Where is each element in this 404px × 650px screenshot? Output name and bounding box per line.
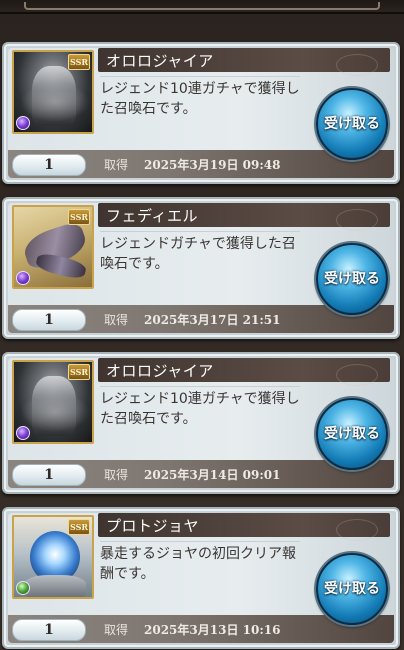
ornament-icon	[336, 54, 378, 76]
rarity-badge: SSR	[68, 364, 90, 380]
gift-card: SSR オロロジャイア レジェンド10連ガチャで獲得した召喚石です。 1 取得 …	[2, 352, 400, 494]
top-frame	[0, 0, 404, 14]
gift-card: SSR オロロジャイア レジェンド10連ガチャで獲得した召喚石です。 1 取得 …	[2, 42, 400, 184]
item-name: オロロジャイア	[106, 362, 214, 380]
acquired-date: 2025年3月14日 09:01	[144, 468, 281, 482]
quantity-pill: 1	[12, 619, 86, 641]
title-bar: オロロジャイア	[98, 358, 390, 386]
gift-card: SSR フェディエル レジェンドガチャで獲得した召喚石です。 1 取得 2025…	[2, 197, 400, 339]
receive-button[interactable]: 受け取る	[316, 553, 388, 625]
acquired-date: 2025年3月19日 09:48	[144, 158, 281, 172]
quantity-pill: 1	[12, 154, 86, 176]
ornament-icon	[336, 519, 378, 541]
acquired-label: 取得	[104, 468, 129, 482]
item-description: 暴走するジョヤの初回クリア報酬です。	[100, 541, 300, 594]
acquired-label: 取得	[104, 313, 129, 327]
summon-thumbnail[interactable]: SSR	[12, 360, 94, 444]
dark-element-icon	[16, 116, 30, 130]
acquired-date: 2025年3月13日 10:16	[144, 623, 281, 637]
quantity-pill: 1	[12, 464, 86, 486]
rarity-badge: SSR	[68, 54, 90, 70]
receive-button[interactable]: 受け取る	[316, 243, 388, 315]
acquired-label: 取得	[104, 158, 129, 172]
dark-element-icon	[16, 271, 30, 285]
quantity-pill: 1	[12, 309, 86, 331]
wind-element-icon	[16, 581, 30, 595]
item-description: レジェンドガチャで獲得した召喚石です。	[100, 231, 300, 284]
item-name: オロロジャイア	[106, 52, 214, 70]
item-name: フェディエル	[106, 207, 198, 225]
dark-element-icon	[16, 426, 30, 440]
item-name: プロトジョヤ	[106, 517, 200, 535]
gift-list-screen: SSR オロロジャイア レジェンド10連ガチャで獲得した召喚石です。 1 取得 …	[0, 0, 404, 650]
title-bar: フェディエル	[98, 203, 390, 231]
title-bar: オロロジャイア	[98, 48, 390, 76]
rarity-badge: SSR	[68, 519, 90, 535]
summon-thumbnail[interactable]: SSR	[12, 50, 94, 134]
title-bar: プロトジョヤ	[98, 513, 390, 541]
acquired-label: 取得	[104, 623, 129, 637]
acquired-date: 2025年3月17日 21:51	[144, 313, 281, 327]
receive-button[interactable]: 受け取る	[316, 88, 388, 160]
receive-button[interactable]: 受け取る	[316, 398, 388, 470]
item-description: レジェンド10連ガチャで獲得した召喚石です。	[100, 76, 300, 129]
item-description: レジェンド10連ガチャで獲得した召喚石です。	[100, 386, 300, 439]
ornament-icon	[336, 209, 378, 231]
gift-card: SSR プロトジョヤ 暴走するジョヤの初回クリア報酬です。 1 取得 2025年…	[2, 507, 400, 649]
summon-thumbnail[interactable]: SSR	[12, 205, 94, 289]
rarity-badge: SSR	[68, 209, 90, 225]
summon-thumbnail[interactable]: SSR	[12, 515, 94, 599]
ornament-icon	[336, 364, 378, 386]
